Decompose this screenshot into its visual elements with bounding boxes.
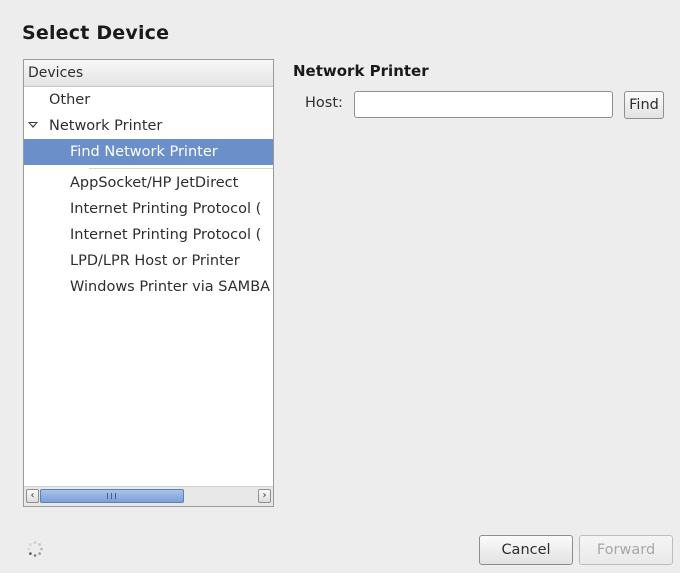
dialog-title: Select Device <box>22 22 170 44</box>
cancel-button[interactable]: Cancel <box>479 535 573 565</box>
tree-item-label: LPD/LPR Host or Printer <box>70 253 240 269</box>
forward-button[interactable]: Forward <box>579 535 673 565</box>
scroll-left-arrow-icon[interactable]: ‹ <box>26 489 39 503</box>
device-list-panel: Devices Other Network Printer Find Netwo… <box>23 59 274 507</box>
horizontal-scrollbar[interactable]: ‹ › <box>24 486 273 506</box>
tree-item-label: Other <box>49 92 91 108</box>
scrollbar-grip-icon <box>107 493 117 499</box>
tree-item-label: Internet Printing Protocol ( <box>70 201 262 217</box>
device-tree: Other Network Printer Find Network Print… <box>24 87 273 485</box>
host-input[interactable] <box>354 91 613 118</box>
tree-item-appsocket[interactable]: AppSocket/HP JetDirect <box>24 170 273 196</box>
tree-item-label: AppSocket/HP JetDirect <box>70 175 239 191</box>
host-label: Host: <box>305 95 343 111</box>
scroll-right-arrow-icon[interactable]: › <box>258 489 271 503</box>
tree-item-other[interactable]: Other <box>24 87 273 113</box>
busy-spinner-icon <box>27 541 43 557</box>
select-device-dialog: Select Device Devices Other Network Prin… <box>0 0 680 573</box>
expander-triangle-icon[interactable] <box>28 122 38 128</box>
tree-item-label: Network Printer <box>49 118 163 134</box>
tree-item-lpd-lpr[interactable]: LPD/LPR Host or Printer <box>24 248 273 274</box>
find-button[interactable]: Find <box>624 91 664 119</box>
tree-item-network-printer[interactable]: Network Printer <box>24 113 273 139</box>
devices-column-header[interactable]: Devices <box>24 60 273 87</box>
tree-item-label: Windows Printer via SAMBA <box>70 279 271 295</box>
tree-item-samba[interactable]: Windows Printer via SAMBA <box>24 274 273 300</box>
tree-item-ipp-2[interactable]: Internet Printing Protocol ( <box>24 222 273 248</box>
tree-item-ipp-1[interactable]: Internet Printing Protocol ( <box>24 196 273 222</box>
tree-item-label: Internet Printing Protocol ( <box>70 227 262 243</box>
list-separator <box>89 168 273 169</box>
tree-item-find-network-printer[interactable]: Find Network Printer <box>24 139 273 165</box>
tree-item-label: Find Network Printer <box>70 144 218 160</box>
section-title: Network Printer <box>293 62 429 80</box>
scrollbar-thumb[interactable] <box>40 489 184 503</box>
